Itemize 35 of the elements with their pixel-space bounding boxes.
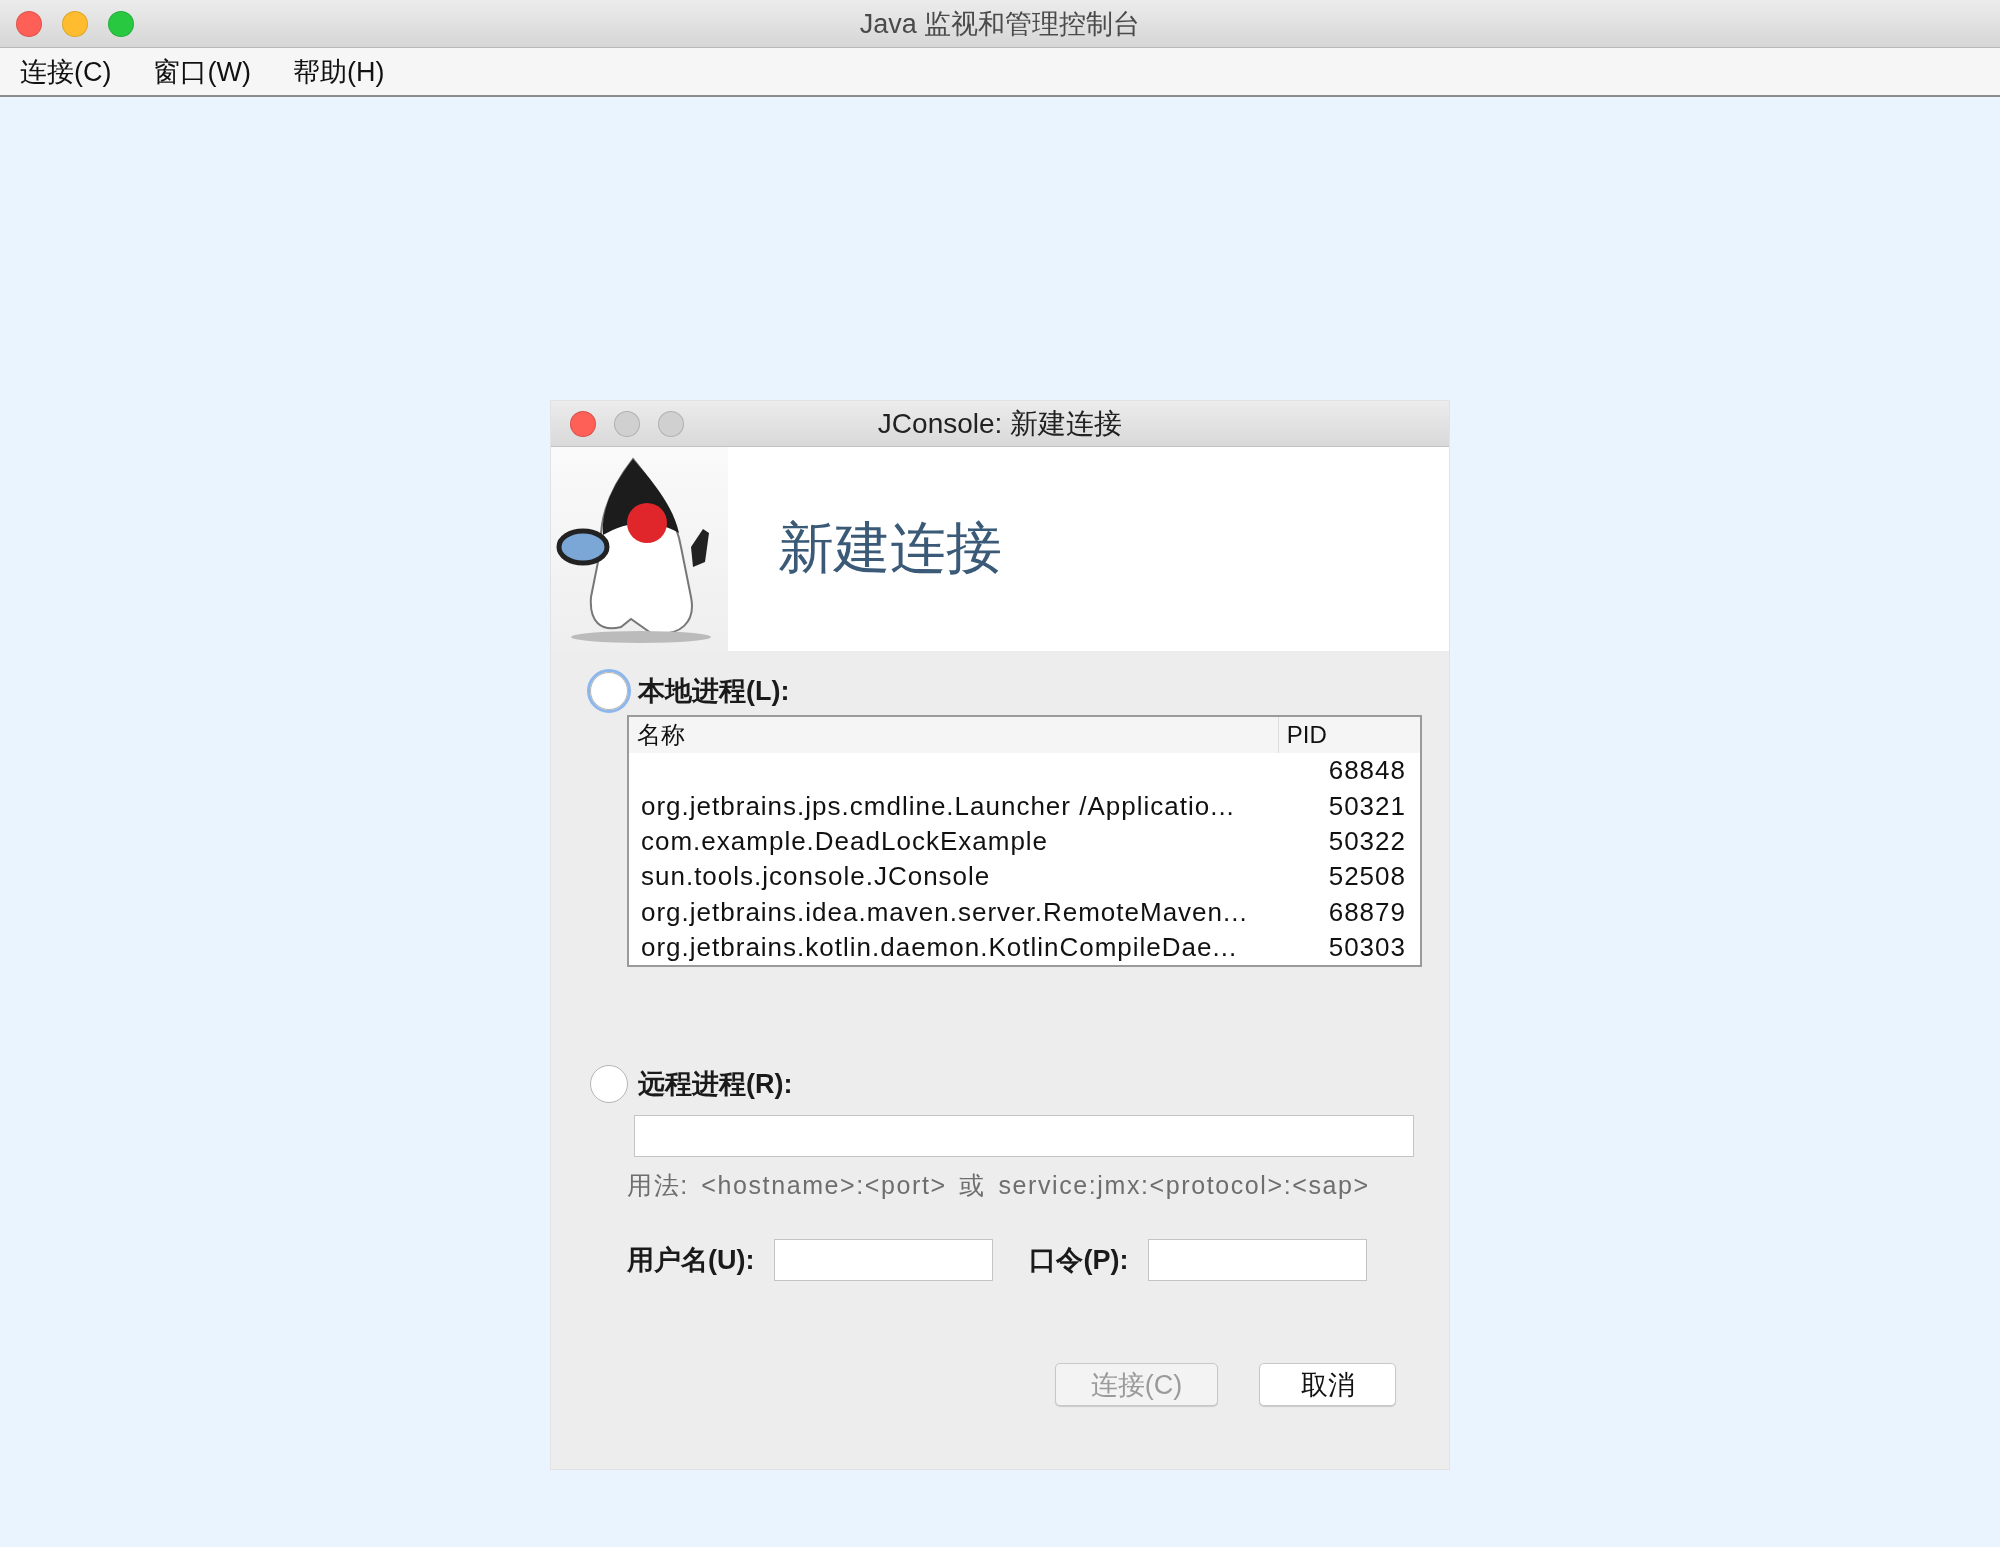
close-button[interactable] bbox=[570, 410, 596, 437]
process-id[interactable]: 52508 bbox=[1328, 861, 1406, 892]
window-title: Java 监视和管理控制台 bbox=[859, 8, 1141, 39]
process-name[interactable]: sun.tools.jconsole.JConsole bbox=[641, 861, 991, 892]
remote-address-field[interactable] bbox=[634, 1115, 1414, 1157]
password-field[interactable] bbox=[1148, 1239, 1368, 1281]
radio-button[interactable] bbox=[590, 1065, 628, 1103]
password-label: 口令(P): bbox=[1029, 1244, 1129, 1277]
process-name[interactable]: org.jetbrains.idea.maven.server.RemoteMaven... bbox=[641, 896, 1248, 927]
zoom-button[interactable] bbox=[658, 410, 684, 437]
cancel-button[interactable]: 取消 bbox=[1259, 1363, 1396, 1406]
process-id[interactable]: 68848 bbox=[1328, 755, 1406, 786]
process-id[interactable]: 50321 bbox=[1328, 790, 1406, 821]
username-field[interactable] bbox=[774, 1239, 994, 1281]
process-name[interactable]: org.jetbrains.kotlin.daemon.KotlinCompileDae... bbox=[641, 931, 1238, 962]
radio-label: 远程进程(R): bbox=[638, 1068, 793, 1101]
zoom-button[interactable] bbox=[108, 10, 134, 37]
radio-label: 本地进程(L): bbox=[638, 675, 790, 708]
dialog-heading: 新建连接 bbox=[778, 515, 1002, 581]
username-label: 用户名(U): bbox=[627, 1244, 755, 1277]
menu-item[interactable]: 帮助(H) bbox=[282, 53, 395, 90]
process-id[interactable]: 50303 bbox=[1328, 931, 1406, 962]
minimize-button[interactable] bbox=[62, 10, 88, 37]
dialog-title: JConsole: 新建连接 bbox=[877, 407, 1123, 439]
process-name[interactable]: com.example.DeadLockExample bbox=[641, 826, 1049, 856]
process-name[interactable]: org.jetbrains.jps.cmdline.Launcher /Applicatio... bbox=[641, 790, 1235, 821]
close-button[interactable] bbox=[16, 10, 42, 37]
minimize-button[interactable] bbox=[614, 410, 640, 437]
usage-hint: 用法: <hostname>:<port> 或 service:jmx:<protocol>:<sap> bbox=[627, 1171, 1370, 1199]
process-id[interactable]: 50322 bbox=[1328, 826, 1406, 856]
process-id[interactable]: 68879 bbox=[1328, 896, 1406, 927]
column-header[interactable]: 名称 bbox=[628, 716, 1279, 754]
menu-item[interactable]: 窗口(W) bbox=[143, 53, 261, 90]
menu-item[interactable]: 连接(C) bbox=[10, 53, 122, 90]
column-header[interactable]: PID bbox=[1278, 716, 1421, 754]
